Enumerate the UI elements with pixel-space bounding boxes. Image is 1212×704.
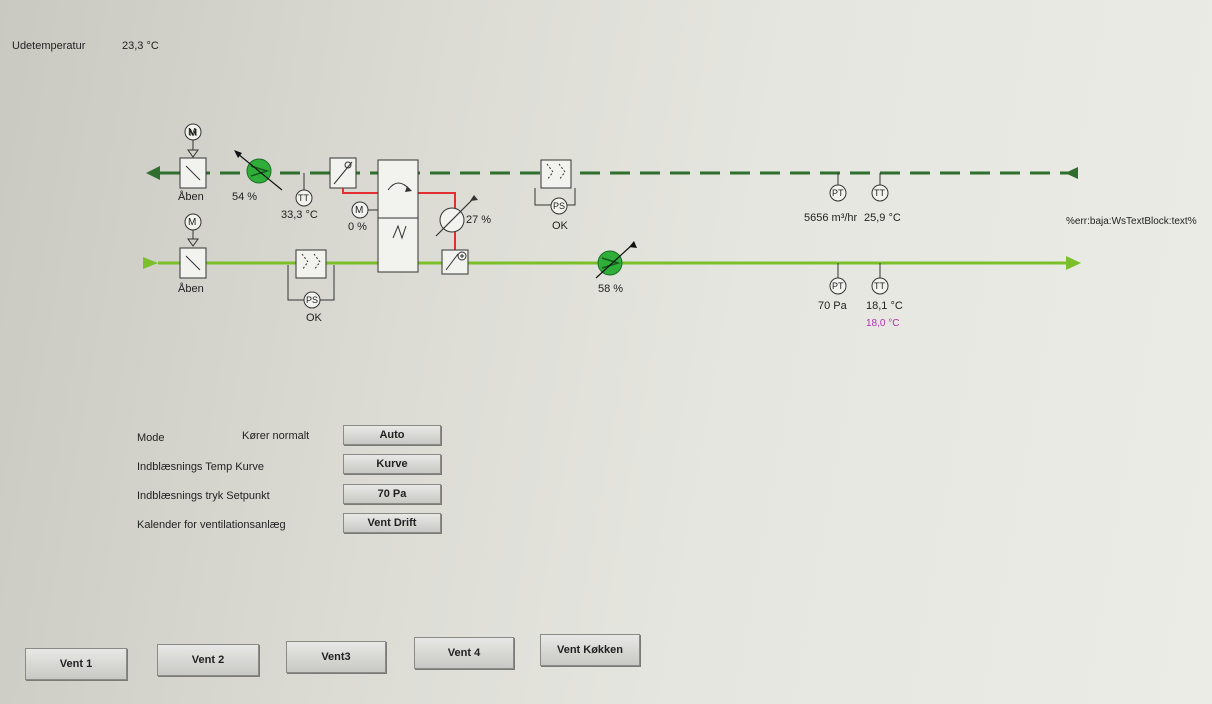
pressure-setpoint-button[interactable]: 70 Pa <box>343 484 441 504</box>
nav-vent-2-button[interactable]: Vent 2 <box>157 644 259 676</box>
supply-filter-status: OK <box>306 312 322 324</box>
supply-outlet-arrow-icon <box>1066 256 1081 270</box>
exhaust-temp-value: 33,3 °C <box>281 209 318 221</box>
calendar-button[interactable]: Vent Drift <box>343 513 441 533</box>
exhaust-filter-status: OK <box>552 220 568 232</box>
nav-vent-kokken-button[interactable]: Vent Køkken <box>540 634 640 666</box>
exhaust-damper-motor-tag: M <box>188 127 197 138</box>
exhaust-fan-value: 54 % <box>232 191 258 203</box>
supply-filter-ps-tag: PS <box>306 295 319 305</box>
ventilation-diagram: M <box>143 123 1081 309</box>
supply-temp-value: 18,1 °C <box>866 300 903 312</box>
heating-valve-value: 27 % <box>466 214 492 226</box>
mode-status: Kører normalt <box>242 430 310 442</box>
exhaust-inlet-arrow-icon <box>1065 167 1078 179</box>
exhaust-fan-icon <box>234 150 283 191</box>
pressure-setpoint-label: Indblæsnings tryk Setpunkt <box>137 490 270 502</box>
supply-pressure-tag: PT <box>832 281 844 291</box>
supply-fan-icon <box>595 241 637 279</box>
mode-button[interactable]: Auto <box>343 425 441 445</box>
heating-coil-icon <box>441 249 469 275</box>
exhaust-damper-icon <box>179 157 207 189</box>
supply-damper-icon <box>179 247 207 279</box>
mode-label: Mode <box>137 432 165 444</box>
temp-curve-label: Indblæsnings Temp Kurve <box>137 461 264 473</box>
heat-recovery-motor-tag: M <box>355 205 364 216</box>
return-pressure-value: 5656 m³/hr <box>804 212 858 224</box>
supply-temp-setpoint: 18,0 °C <box>866 318 900 329</box>
exhaust-damper-label: Åben <box>178 191 204 203</box>
hvac-screen: Udetemperatur 23,3 °C M M M TT M PS PS P… <box>0 0 1212 704</box>
temp-curve-button[interactable]: Kurve <box>343 454 441 474</box>
supply-damper-label: Åben <box>178 283 204 295</box>
nav-vent-3-button[interactable]: Vent3 <box>286 641 386 673</box>
nav-vent-4-button[interactable]: Vent 4 <box>414 637 514 669</box>
return-temp-tag: TT <box>874 188 885 198</box>
supply-temp-tag: TT <box>874 281 885 291</box>
error-text-block: %err:baja:WsTextBlock:text% <box>1066 216 1197 227</box>
supply-damper-motor-tag: M <box>188 217 197 228</box>
heat-recovery-motor-value: 0 % <box>348 221 367 233</box>
return-pressure-tag: PT <box>832 188 844 198</box>
calendar-label: Kalender for ventilationsanlæg <box>137 519 286 531</box>
return-temp-value: 25,9 °C <box>864 212 901 224</box>
supply-fan-value: 58 % <box>598 283 624 295</box>
hot-line-1 <box>342 188 378 194</box>
supply-inlet-arrow-icon <box>143 257 158 269</box>
exhaust-filter-ps-tag: PS <box>553 201 566 211</box>
exhaust-outlet-arrow-icon <box>146 166 160 180</box>
supply-pressure-value: 70 Pa <box>818 300 847 312</box>
nav-vent-1-button[interactable]: Vent 1 <box>25 648 127 680</box>
exhaust-temp-tag: TT <box>298 193 309 203</box>
exhaust-heat-recovery-damper-icon <box>329 157 357 189</box>
rotary-heat-exchanger-icon <box>377 159 419 273</box>
